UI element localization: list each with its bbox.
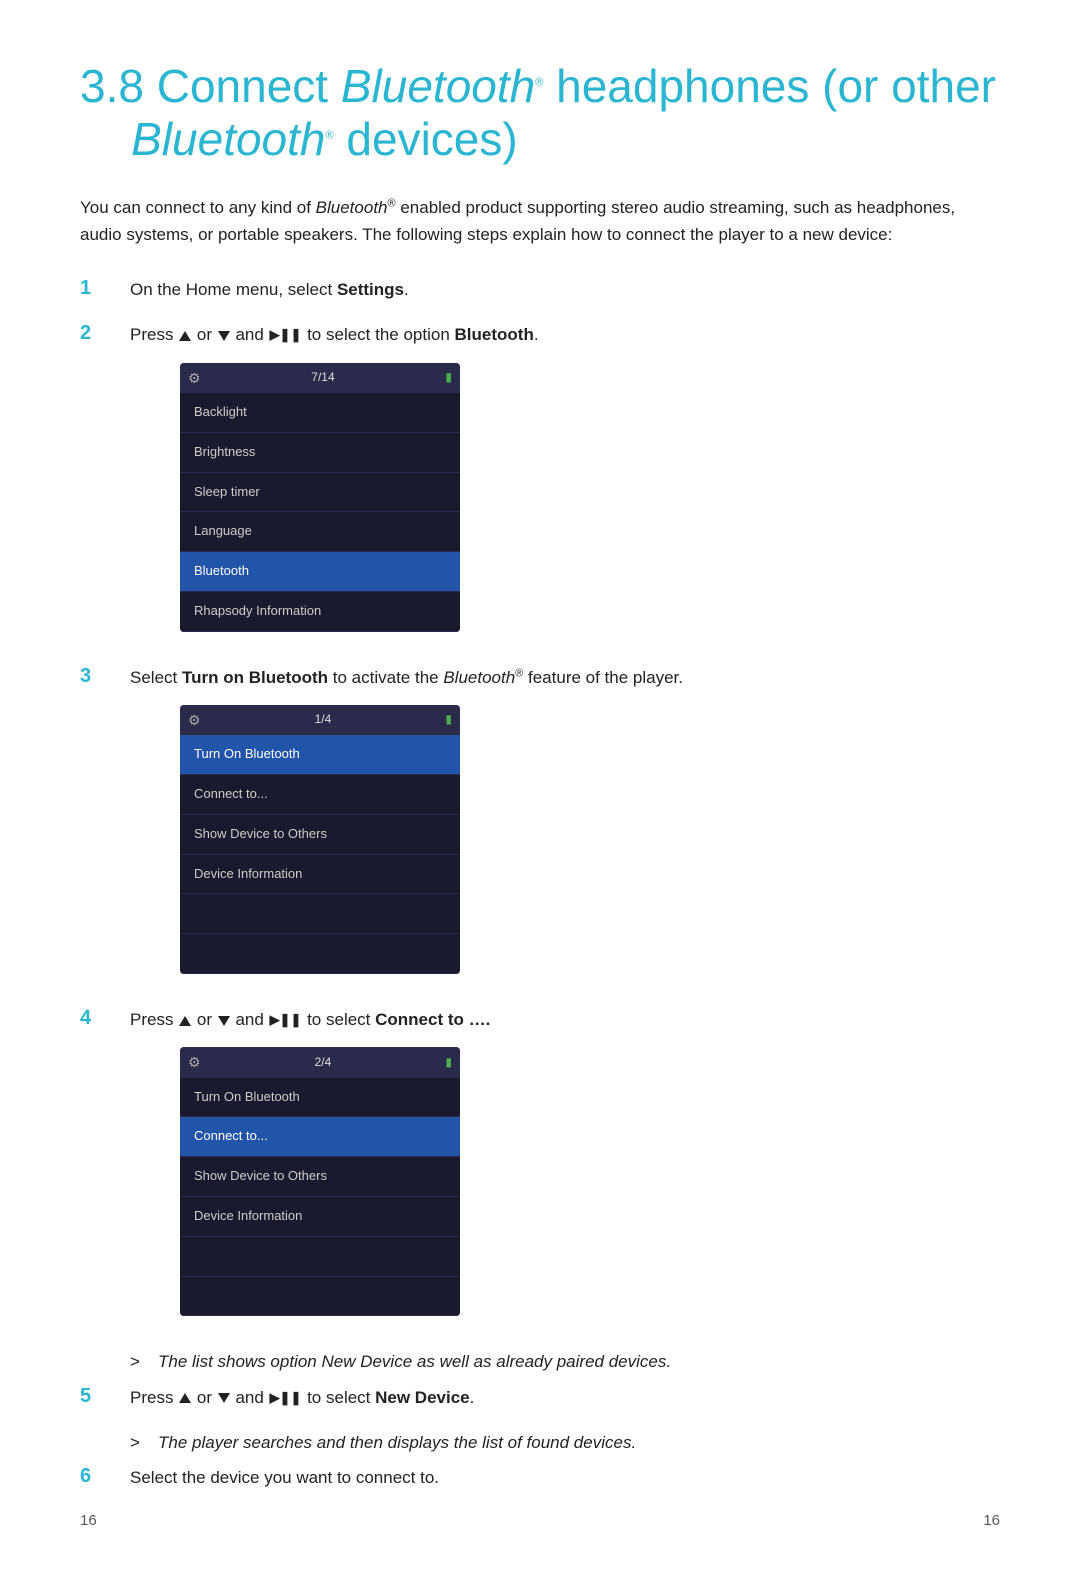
menu-item-rhapsody: Rhapsody Information (180, 592, 460, 632)
menu-item-connect-to-1: Connect to... (180, 775, 460, 815)
step-4: 4 Press or and ▶❚❚ to select Connect to … (80, 1006, 1000, 1330)
menu-item-language: Language (180, 512, 460, 552)
screen3-counter: 2/4 (315, 1053, 332, 1072)
sub-bullet-step4: > The list shows option New Device as we… (130, 1348, 1000, 1375)
step-4-content: Press or and ▶❚❚ to select Connect to ….… (130, 1006, 1000, 1330)
battery-icon-2: ▮ (445, 710, 452, 729)
sub-bullet-arrow-5: > (130, 1429, 158, 1456)
battery-icon-3: ▮ (445, 1053, 452, 1072)
steps-list-3: 6 Select the device you want to connect … (80, 1464, 1000, 1491)
play-pause-icon-4: ▶❚❚ (270, 1010, 302, 1031)
step-1-number: 1 (80, 276, 130, 300)
up-arrow-icon (179, 331, 191, 341)
step-6: 6 Select the device you want to connect … (80, 1464, 1000, 1491)
screen2-counter: 1/4 (315, 710, 332, 729)
screen1-menu: Backlight Brightness Sleep timer Languag… (180, 393, 460, 632)
menu-item-turn-on-bluetooth: Turn On Bluetooth (180, 735, 460, 775)
down-arrow-icon-5 (218, 1393, 230, 1403)
sub-bullet-step5-text: The player searches and then displays th… (158, 1429, 636, 1456)
menu-item-empty-1 (180, 894, 460, 934)
intro-paragraph: You can connect to any kind of Bluetooth… (80, 194, 1000, 248)
menu-item-show-device: Show Device to Others (180, 815, 460, 855)
down-arrow-icon-4 (218, 1016, 230, 1026)
gear-icon: ⚙ (188, 367, 201, 389)
up-arrow-icon-5 (179, 1393, 191, 1403)
step-6-number: 6 (80, 1464, 130, 1488)
step-4-number: 4 (80, 1006, 130, 1030)
step-3: 3 Select Turn on Bluetooth to activate t… (80, 664, 1000, 988)
screen3-menu: Turn On Bluetooth Connect to... Show Dev… (180, 1078, 460, 1317)
step-2-number: 2 (80, 321, 130, 345)
device-header-2: ⚙ 1/4 ▮ (180, 705, 460, 735)
step-5-number: 5 (80, 1384, 130, 1408)
device-screen-1: ⚙ 7/14 ▮ Backlight Brightness Sleep time… (180, 363, 460, 632)
menu-item-device-info: Device Information (180, 855, 460, 895)
step-2-content: Press or and ▶❚❚ to select the option Bl… (130, 321, 1000, 645)
menu-item-connect-to-2: Connect to... (180, 1117, 460, 1157)
step-1: 1 On the Home menu, select Settings. (80, 276, 1000, 303)
menu-item-backlight: Backlight (180, 393, 460, 433)
steps-list-2: 5 Press or and ▶❚❚ to select New Device. (80, 1384, 1000, 1411)
step-2: 2 Press or and ▶❚❚ to select the option … (80, 321, 1000, 645)
gear-icon-2: ⚙ (188, 709, 201, 731)
sub-bullet-step4-text: The list shows option New Device as well… (158, 1348, 671, 1375)
menu-item-device-info-2: Device Information (180, 1197, 460, 1237)
page-heading: 3.8 Connect Bluetooth® headphones (or ot… (80, 60, 1000, 166)
device-screen-2: ⚙ 1/4 ▮ Turn On Bluetooth Connect to... … (180, 705, 460, 974)
device-header-1: ⚙ 7/14 ▮ (180, 363, 460, 393)
menu-item-empty-3 (180, 1237, 460, 1277)
menu-item-turn-on-bluetooth-2: Turn On Bluetooth (180, 1078, 460, 1118)
step-1-content: On the Home menu, select Settings. (130, 276, 1000, 303)
screen2-menu: Turn On Bluetooth Connect to... Show Dev… (180, 735, 460, 974)
play-pause-icon: ▶❚❚ (270, 325, 302, 346)
play-pause-icon-5: ▶❚❚ (270, 1388, 302, 1409)
step-5-content: Press or and ▶❚❚ to select New Device. (130, 1384, 1000, 1411)
step-6-content: Select the device you want to connect to… (130, 1464, 1000, 1491)
battery-icon: ▮ (445, 368, 452, 387)
device-screen-3: ⚙ 2/4 ▮ Turn On Bluetooth Connect to... … (180, 1047, 460, 1316)
down-arrow-icon (218, 331, 230, 341)
steps-list: 1 On the Home menu, select Settings. 2 P… (80, 276, 1000, 1330)
up-arrow-icon-4 (179, 1016, 191, 1026)
step-5: 5 Press or and ▶❚❚ to select New Device. (80, 1384, 1000, 1411)
device-header-3: ⚙ 2/4 ▮ (180, 1047, 460, 1077)
step-3-content: Select Turn on Bluetooth to activate the… (130, 664, 1000, 988)
menu-item-show-device-2: Show Device to Others (180, 1157, 460, 1197)
menu-item-empty-4 (180, 1277, 460, 1317)
menu-item-brightness: Brightness (180, 433, 460, 473)
screen1-counter: 7/14 (311, 368, 334, 387)
sub-bullet-step5: > The player searches and then displays … (130, 1429, 1000, 1456)
menu-item-sleep-timer: Sleep timer (180, 473, 460, 513)
menu-item-empty-2 (180, 934, 460, 974)
gear-icon-3: ⚙ (188, 1051, 201, 1073)
menu-item-bluetooth: Bluetooth (180, 552, 460, 592)
sub-bullet-arrow-4: > (130, 1348, 158, 1375)
step-3-number: 3 (80, 664, 130, 688)
